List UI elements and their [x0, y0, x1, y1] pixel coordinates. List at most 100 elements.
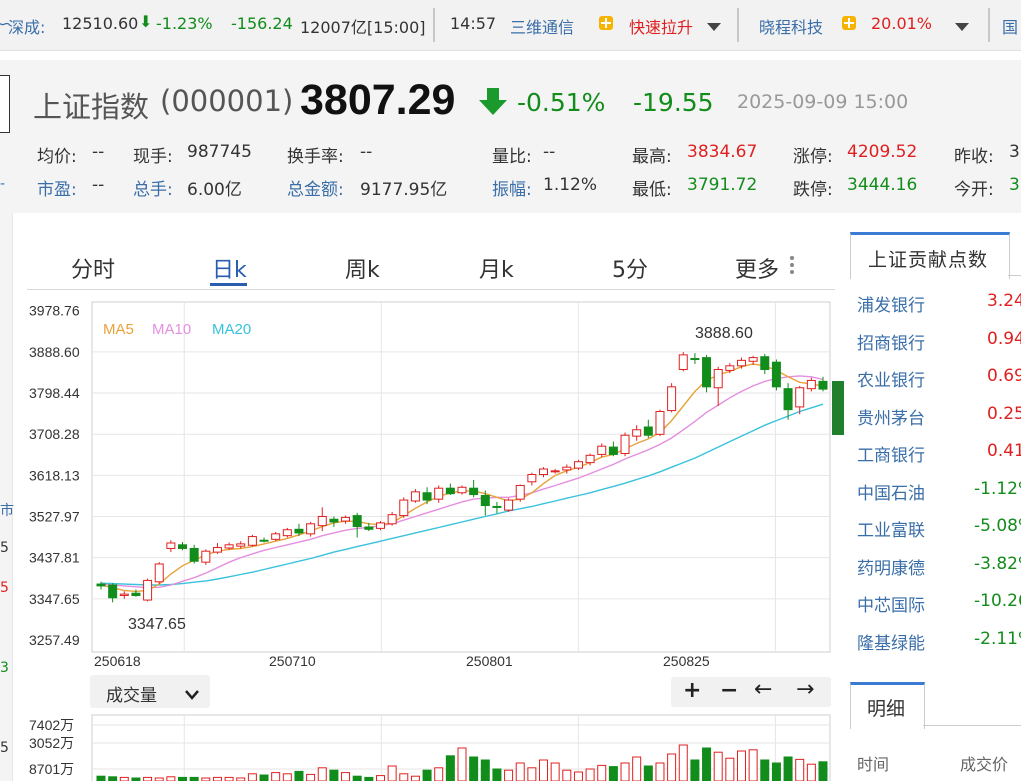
zoom-in-button[interactable]: + [683, 678, 701, 703]
candle-body [515, 484, 525, 500]
tab-more[interactable]: 更多 [735, 252, 779, 284]
candle-body [131, 592, 141, 596]
y-tick-label: 3978.76 [29, 303, 80, 319]
contrib-tab-baseline [1008, 275, 1021, 276]
volume-bar [550, 762, 560, 781]
tab-weekly[interactable]: 周k [345, 252, 380, 284]
stat-totalamount-label: 总金额: [287, 180, 344, 200]
stat-avg-label: 均价: [37, 147, 77, 167]
stat-volratio-value: -- [543, 142, 556, 162]
stat-low-value: 3791.72 [687, 175, 758, 195]
tab-5min[interactable]: 5分 [612, 252, 648, 284]
candle-body [236, 543, 246, 547]
pan-right-button[interactable]: → [796, 677, 814, 702]
left-edge-box [0, 75, 10, 133]
detail-title: 明细 [867, 698, 906, 720]
volume-bar [515, 762, 525, 781]
candle [678, 352, 688, 372]
contrib-name[interactable]: 浦发银行 [857, 291, 925, 316]
candle-body [480, 494, 490, 507]
ticker-more[interactable]: 国 [1002, 14, 1018, 38]
candle-body [247, 536, 257, 546]
volume-bar [317, 767, 327, 781]
contrib-tab[interactable]: 上证贡献点数 [850, 232, 1010, 279]
stat-totalvol-value: 6.00亿 [187, 180, 242, 200]
candle-body [422, 492, 432, 501]
volume-bar [212, 776, 222, 781]
volume-bar [690, 759, 700, 781]
candle-body [562, 466, 572, 471]
ticker-news1-stock[interactable]: 三维通信 [510, 14, 574, 38]
pan-left-button[interactable]: ← [754, 677, 772, 702]
candle [399, 497, 409, 518]
volume-tick-label: 8701万 [29, 761, 74, 777]
candle-body [760, 356, 770, 370]
ticker-news1-tag: 快速拉升 [629, 18, 694, 37]
candle-body [399, 499, 409, 517]
index-pct: -0.51% [517, 88, 606, 117]
volume-bar [480, 759, 490, 781]
legend-ma5: MA5 [103, 321, 134, 338]
stat-totalvol-label: 总手: [133, 180, 173, 200]
candle-body [655, 410, 665, 435]
ticker-bar: ∽ 深成: 12510.60 ⬇ -1.23% -156.24 12007亿[1… [0, 0, 1021, 51]
contrib-name[interactable]: 农业银行 [857, 366, 925, 391]
contrib-name[interactable]: 药明康德 [857, 554, 925, 579]
candle-body [806, 379, 816, 390]
candle-body [492, 505, 502, 508]
stat-pe-value: -- [92, 175, 105, 195]
candle-body [585, 454, 595, 464]
volume-bar [341, 772, 351, 781]
contrib-name[interactable]: 中国石油 [857, 479, 925, 504]
volume-bar [271, 772, 281, 781]
volume-bar [632, 756, 642, 781]
candle-body [119, 593, 129, 596]
ticker-news2-stock[interactable]: 晓程科技 [759, 14, 823, 38]
chevron-down-icon[interactable] [706, 18, 722, 31]
chevron-down-icon[interactable] [954, 18, 970, 31]
contrib-name[interactable]: 隆基绿能 [857, 629, 925, 654]
volume-bar [119, 776, 129, 781]
zoom-out-button[interactable]: − [720, 678, 738, 703]
candle-body [608, 446, 618, 455]
contrib-name[interactable]: 贵州茅台 [857, 404, 925, 429]
ticker-sz-name[interactable]: 深成: [8, 14, 45, 38]
candle-body [527, 473, 537, 483]
volume-bar [562, 769, 572, 781]
kline-chart[interactable]: 3978.76 3888.60 3798.44 3708.28 3618.13 3527.… [25, 296, 837, 668]
candle [702, 354, 712, 393]
tab-intraday[interactable]: 分时 [71, 252, 115, 284]
volume-bar [771, 762, 781, 781]
zoom-controls: + − ← → [671, 677, 831, 707]
candle-body [259, 539, 269, 542]
tab-daily[interactable]: 日k [212, 252, 247, 284]
candle-body [818, 380, 828, 390]
stat-prevclose-label: 昨收: [954, 147, 994, 167]
tab-monthly[interactable]: 月k [479, 252, 514, 284]
contrib-value: 0.69 [987, 366, 1021, 386]
volume-bar [702, 747, 712, 781]
candle-body [166, 542, 176, 549]
candle-body [771, 361, 781, 388]
candle [201, 549, 211, 565]
stat-high-value: 3834.67 [687, 142, 758, 162]
contrib-value: 0.41 [987, 441, 1021, 461]
contrib-name[interactable]: 中芯国际 [857, 591, 925, 616]
contrib-name[interactable]: 工商银行 [857, 441, 925, 466]
volume-select[interactable]: 成交量 [90, 675, 210, 708]
more-dots-icon[interactable] [789, 255, 795, 275]
volume-bar [375, 775, 385, 781]
contrib-name[interactable]: 工业富联 [857, 516, 925, 541]
volume-bar [736, 750, 746, 781]
stat-turnover-label: 换手率: [287, 147, 344, 167]
contrib-name[interactable]: 招商银行 [857, 329, 925, 354]
quote-datetime: 2025-09-09 15:00 [737, 91, 909, 113]
detail-tab[interactable]: 明细 [850, 682, 925, 729]
y-tick-label: 3618.13 [29, 467, 80, 483]
left-edge-char: 5 [0, 580, 9, 596]
candle [504, 498, 514, 512]
candle-body [143, 579, 153, 601]
volume-bar [294, 770, 304, 781]
left-edge-char: 3 [0, 660, 9, 676]
candle [515, 484, 525, 502]
